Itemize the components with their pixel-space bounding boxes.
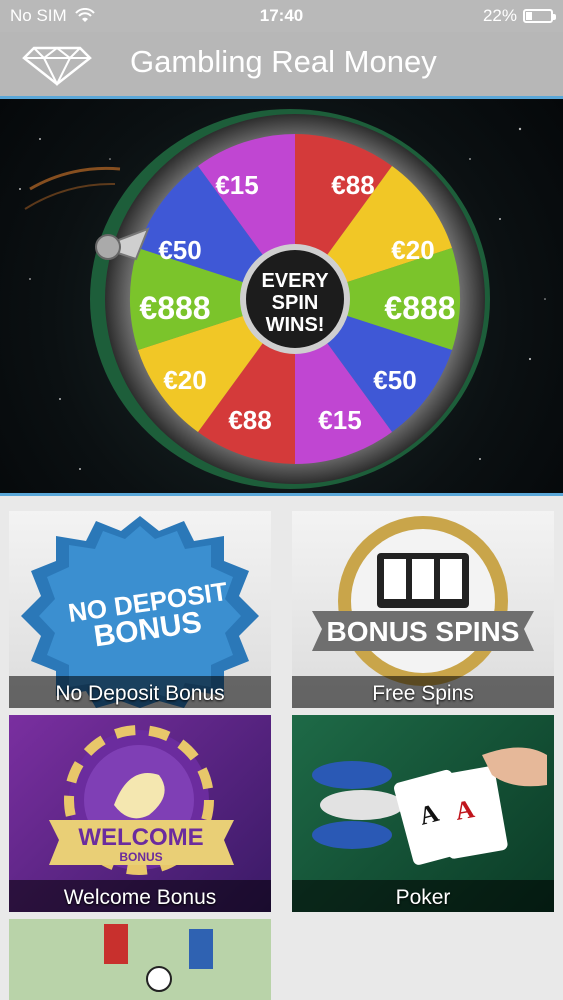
tile-welcome-bonus[interactable]: WELCOME BONUS Welcome Bonus: [9, 715, 271, 912]
tile-sports[interactable]: [9, 919, 271, 1000]
status-right: 22%: [482, 6, 556, 26]
segment-label: €88: [228, 405, 271, 435]
tile-poker[interactable]: A A Poker: [292, 715, 554, 912]
wheel-center-text: EVERY: [261, 270, 329, 292]
tile-no-deposit-bonus[interactable]: NO DEPOSIT BONUS No Deposit Bonus: [9, 511, 271, 708]
segment-label: €50: [158, 235, 201, 265]
tile-label: Poker: [395, 886, 451, 909]
app-title: Gambling Real Money: [130, 44, 437, 79]
battery-percent: 22%: [482, 6, 517, 25]
tile-label: Welcome Bonus: [63, 886, 217, 909]
segment-label: €20: [163, 365, 206, 395]
sports-icon: [9, 919, 271, 1000]
wheel-center-text: SPIN: [272, 292, 319, 314]
segment-label: €88: [331, 170, 374, 200]
tile-free-spins[interactable]: BONUS SPINS Free Spins: [292, 511, 554, 708]
tile-label: No Deposit Bonus: [55, 682, 225, 705]
segment-label: €50: [373, 365, 416, 395]
app-bar: Gambling Real Money: [0, 32, 563, 99]
segment-label: €888: [139, 290, 210, 326]
hero-banner[interactable]: €15 €88 €20 €888 €50 €15 €88 €20 €888 €5…: [0, 99, 563, 496]
prize-wheel[interactable]: €15 €88 €20 €888 €50 €15 €88 €20 €888 €5…: [90, 109, 490, 489]
clock: 17:40: [259, 6, 304, 25]
tile-badge-text: BONUS SPINS: [327, 616, 520, 647]
status-bar: No SIM 17:40 22%: [0, 0, 563, 32]
diamond-icon[interactable]: [22, 42, 92, 86]
segment-label: €888: [384, 290, 455, 326]
segment-label: €15: [215, 170, 258, 200]
wheel-center-text: WINS!: [266, 314, 325, 336]
category-grid: NO DEPOSIT BONUS No Deposit Bonus BONUS …: [9, 511, 554, 1000]
segment-label: €15: [318, 405, 361, 435]
tile-badge-text: WELCOME: [78, 824, 203, 851]
tile-label: Free Spins: [372, 682, 474, 705]
segment-label: €20: [391, 235, 434, 265]
tile-badge-text: BONUS: [119, 850, 162, 864]
battery-icon: [523, 9, 556, 23]
